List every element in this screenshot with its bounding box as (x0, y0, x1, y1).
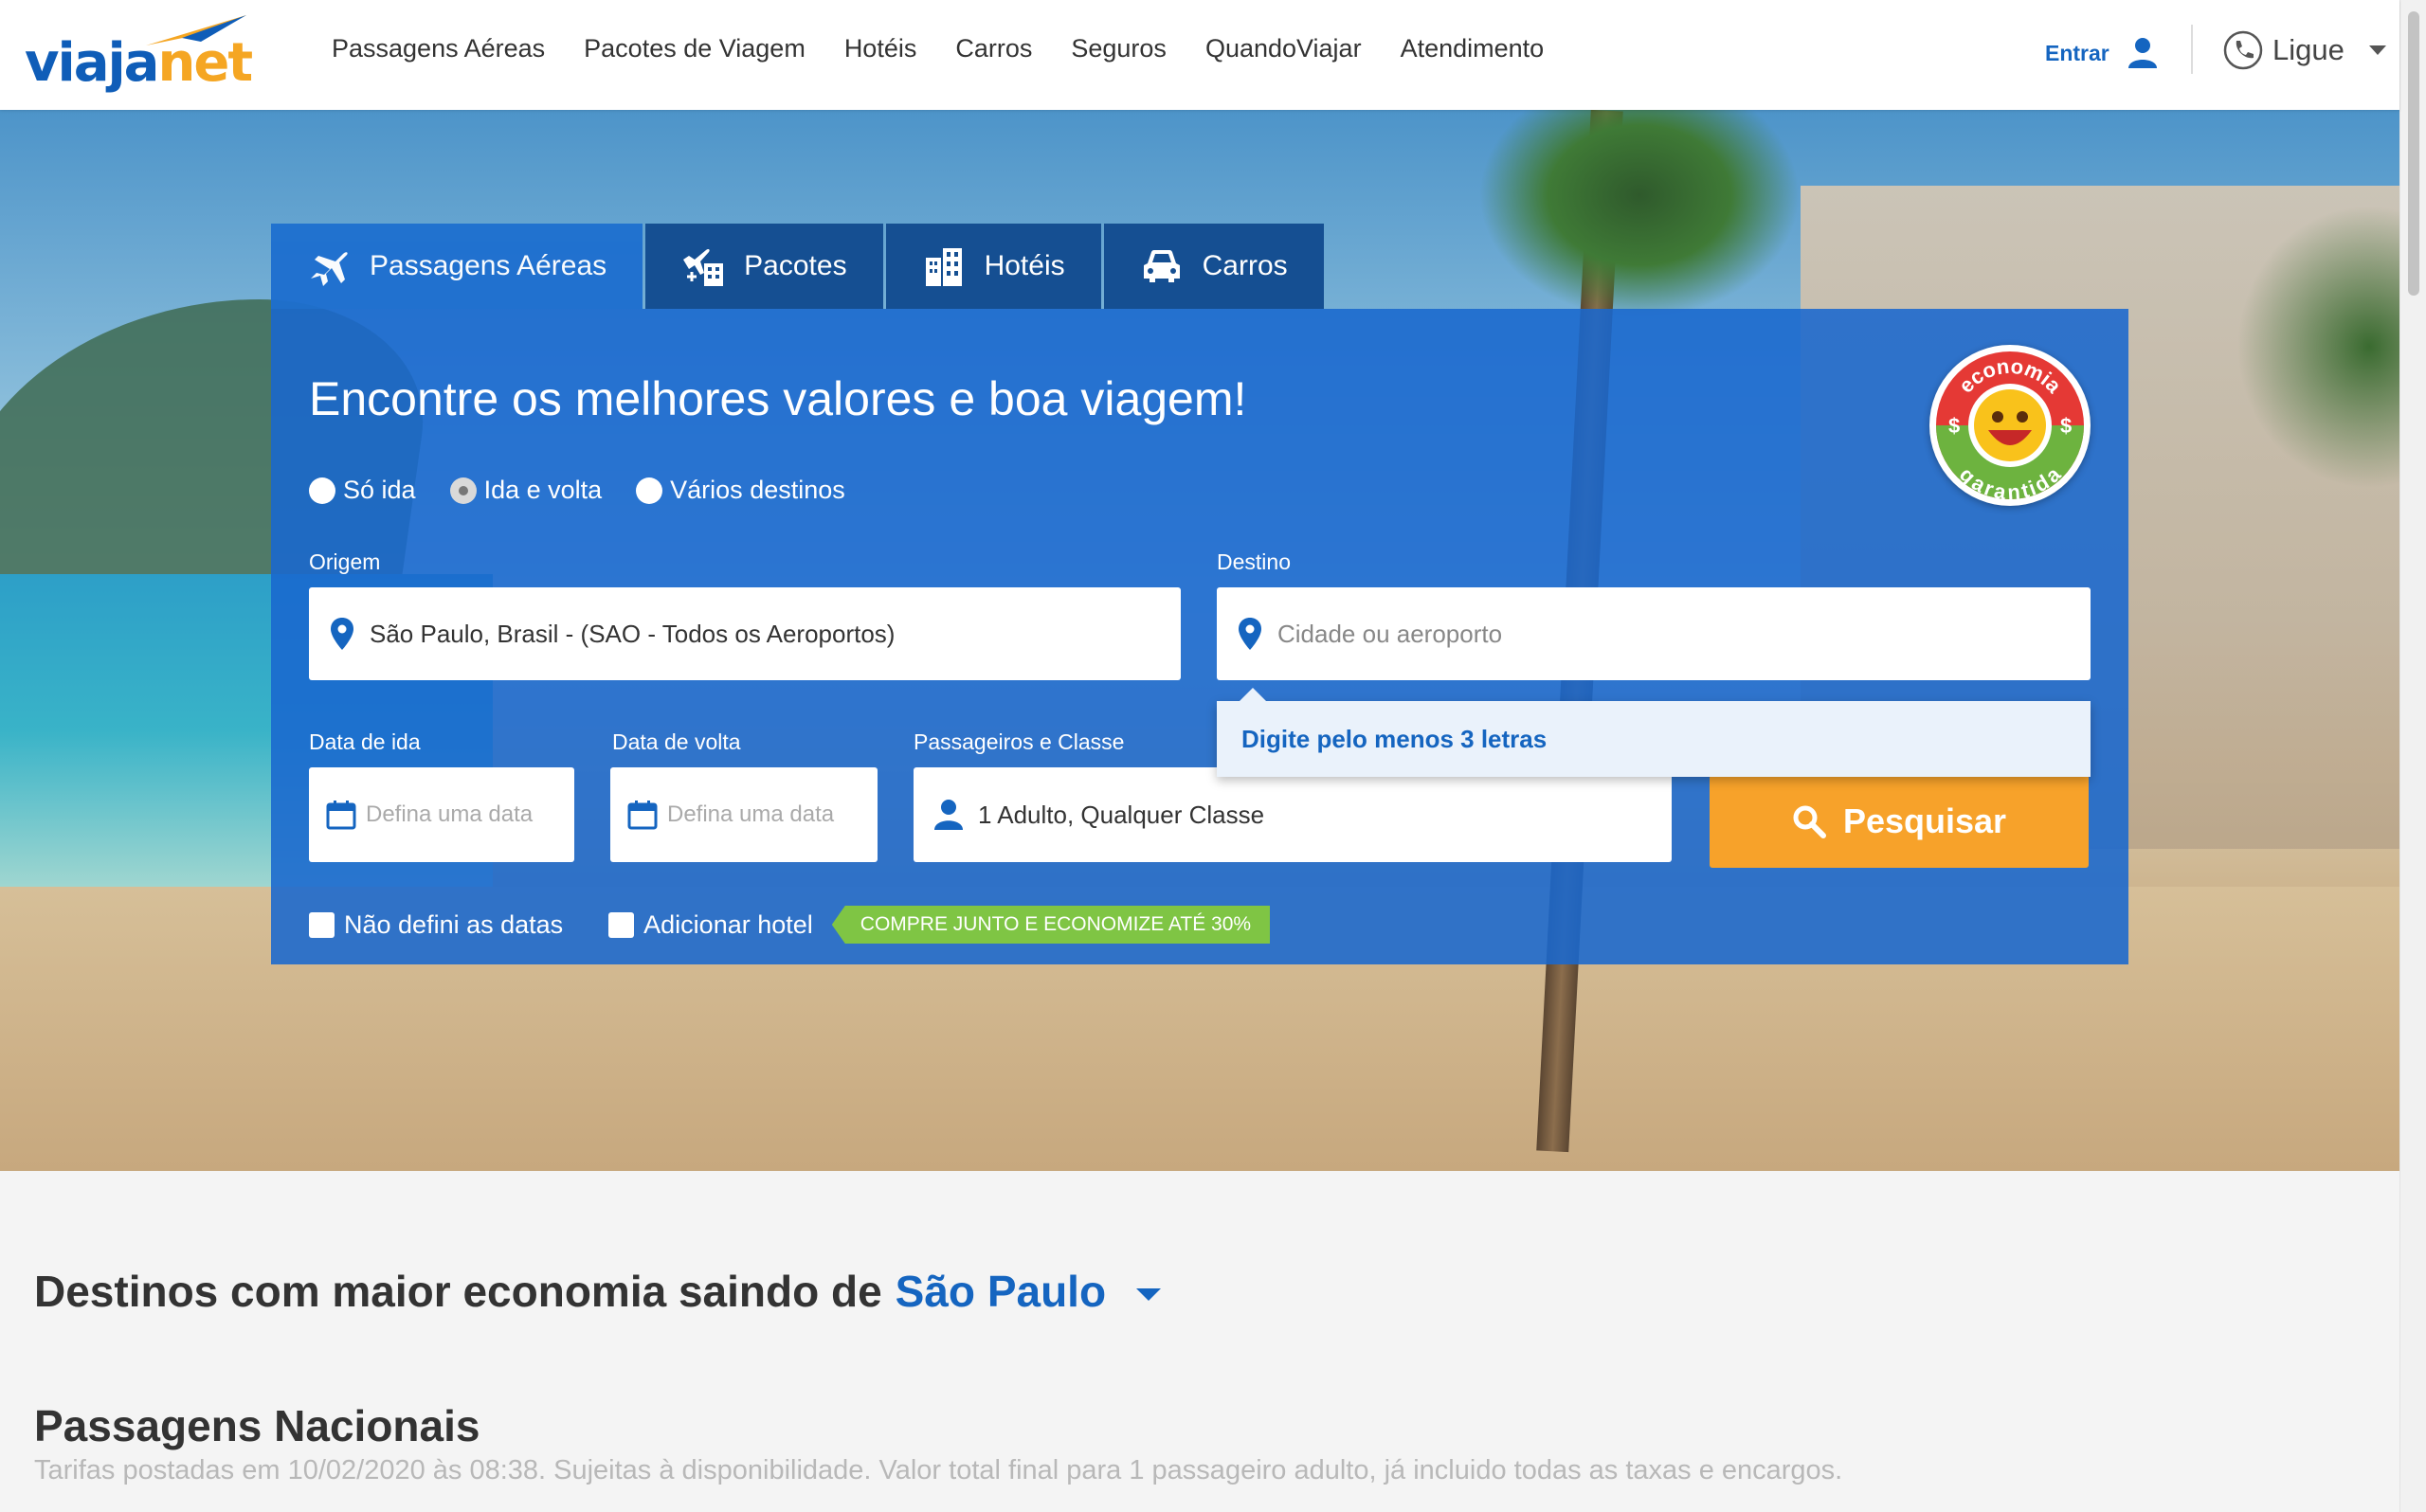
nav-carros[interactable]: Carros (955, 34, 1032, 63)
destinations-heading-text: Destinos com maior economia saindo de (34, 1267, 882, 1316)
hotel-icon (925, 248, 962, 286)
nav-hoteis[interactable]: Hotéis (844, 34, 917, 63)
destination-input[interactable]: Cidade ou aeroporto (1217, 587, 2091, 680)
return-label: Data de volta (612, 729, 741, 754)
page-scrollbar[interactable] (2399, 0, 2426, 1512)
checkbox[interactable] (608, 911, 635, 938)
radio-label: Ida e volta (483, 476, 603, 504)
return-date-input[interactable]: Defina uma data (610, 767, 878, 862)
destination-hint: Digite pelo menos 3 letras (1241, 724, 1548, 753)
passengers-class-select[interactable]: 1 Adulto, Qualquer Classe (914, 767, 1672, 862)
economia-garantida-badge: $ $ economia garantida (1929, 345, 2091, 506)
origin-value: São Paulo, Brasil - (SAO - Todos os Aero… (370, 619, 896, 648)
location-pin-icon (331, 618, 353, 650)
search-options: Não defini as datas Adicionar hotel COMP… (309, 906, 1271, 944)
radio-button[interactable] (309, 477, 335, 504)
passengers-label: Passageiros e Classe (914, 729, 1125, 754)
passengers-value: 1 Adulto, Qualquer Classe (978, 800, 1265, 829)
national-flights-heading: Passagens Nacionais (34, 1401, 480, 1450)
login-button[interactable]: Entrar (2045, 36, 2159, 70)
calendar-icon (627, 801, 658, 830)
departure-label: Data de ida (309, 729, 421, 754)
return-placeholder: Defina uma data (667, 801, 835, 827)
trip-type-one-way[interactable]: Só ida (309, 476, 416, 505)
phone-menu[interactable]: Ligue (2223, 30, 2386, 70)
radio-button[interactable] (636, 477, 663, 504)
chevron-down-icon (2368, 45, 2386, 55)
calendar-icon (326, 801, 356, 830)
tab-label: Pacotes (744, 250, 847, 281)
logo-text: viajanet (25, 32, 253, 94)
user-icon (934, 800, 963, 830)
tab-label: Carros (1202, 250, 1288, 281)
search-button-label: Pesquisar (1842, 801, 2007, 840)
trip-type-multi-city[interactable]: Vários destinos (636, 476, 845, 505)
departure-date-input[interactable]: Defina uma data (309, 767, 574, 862)
tab-label: Hotéis (984, 250, 1065, 281)
flight-search-panel: Encontre os melhores valores e boa viage… (271, 309, 2128, 964)
phone-icon (2223, 30, 2263, 70)
nav-quandoviajar[interactable]: QuandoViajar (1205, 34, 1362, 63)
search-button[interactable]: Pesquisar (1710, 775, 2089, 868)
search-icon (1793, 805, 1826, 838)
nav-pacotes-de-viagem[interactable]: Pacotes de Viagem (584, 34, 806, 63)
fares-disclaimer: Tarifas postadas em 10/02/2020 às 08:38.… (34, 1455, 1843, 1485)
package-icon (683, 248, 724, 286)
site-header: viajanet Passagens Aéreas Pacotes de Via… (0, 0, 2399, 110)
tab-pacotes[interactable]: Pacotes (645, 224, 883, 309)
radio-button-selected[interactable] (449, 477, 477, 504)
origin-input[interactable]: São Paulo, Brasil - (SAO - Todos os Aero… (309, 587, 1181, 680)
checkbox-label: Não defini as datas (344, 909, 564, 939)
car-icon (1143, 250, 1180, 282)
origin-label: Origem (309, 549, 381, 574)
checkbox-label: Adicionar hotel (643, 909, 813, 939)
chevron-down-icon[interactable] (1136, 1287, 1162, 1301)
origin-city-selector[interactable]: São Paulo (896, 1266, 1106, 1317)
departure-placeholder: Defina uma data (366, 801, 534, 827)
search-tabs: Passagens Aéreas Pacotes Hotéis Carros (271, 224, 1324, 309)
tab-carros[interactable]: Carros (1103, 224, 1324, 309)
trip-type-round-trip[interactable]: Ida e volta (449, 476, 603, 505)
airplane-icon (311, 252, 348, 286)
location-pin-icon (1239, 618, 1261, 650)
tab-passagens-aereas[interactable]: Passagens Aéreas (271, 224, 643, 309)
checkbox[interactable] (309, 911, 335, 938)
phone-label: Ligue (2272, 33, 2345, 66)
search-title: Encontre os melhores valores e boa viage… (309, 372, 1247, 425)
main-nav: Passagens Aéreas Pacotes de Viagem Hotéi… (332, 34, 1583, 63)
login-label: Entrar (2045, 40, 2109, 65)
smiley-badge-icon: $ $ economia garantida (1936, 351, 2084, 504)
add-hotel-option[interactable]: Adicionar hotel (608, 910, 813, 940)
header-divider (2191, 25, 2193, 74)
destination-placeholder: Cidade ou aeroporto (1277, 619, 1503, 648)
tab-label: Passagens Aéreas (370, 250, 607, 281)
svg-text:$: $ (1948, 414, 1960, 438)
radio-label: Só ida (343, 476, 416, 504)
destination-label: Destino (1217, 549, 1291, 574)
background-palm-right (2236, 205, 2399, 489)
svg-text:$: $ (2060, 414, 2072, 438)
no-dates-option[interactable]: Não defini as datas (309, 910, 563, 940)
radio-label: Vários destinos (670, 476, 845, 504)
nav-passagens-aereas[interactable]: Passagens Aéreas (332, 34, 545, 63)
viajanet-logo[interactable]: viajanet (25, 13, 253, 99)
trip-type-group: Só ida Ida e volta Vários destinos (309, 476, 879, 505)
scrollbar-thumb[interactable] (2408, 11, 2419, 296)
destinations-heading: Destinos com maior economia saindo de Sã… (34, 1266, 1162, 1317)
destination-hint-dropdown: Digite pelo menos 3 letras (1217, 688, 2091, 777)
nav-atendimento[interactable]: Atendimento (1401, 34, 1545, 63)
promo-tag: COMPRE JUNTO E ECONOMIZE ATÉ 30% (831, 906, 1271, 944)
nav-seguros[interactable]: Seguros (1071, 34, 1167, 63)
user-icon (2127, 38, 2157, 68)
background-palm-leaves (1478, 110, 1801, 318)
tab-hoteis[interactable]: Hotéis (885, 224, 1101, 309)
